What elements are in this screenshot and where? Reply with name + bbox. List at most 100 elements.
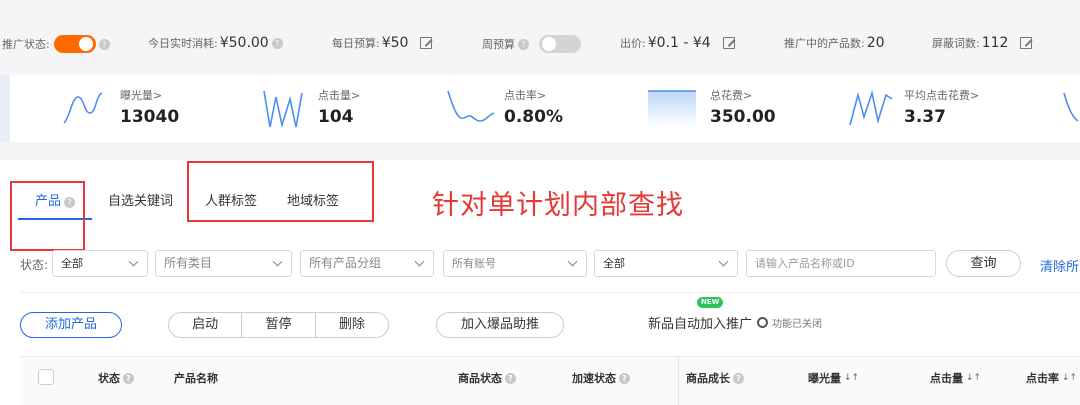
sort-icon[interactable]: ↓↑ <box>844 373 859 383</box>
products-promoting: 推广中的产品数: 20 <box>784 35 885 51</box>
bulk-action-group: 启动 暂停 删除 <box>168 312 389 338</box>
add-product-button[interactable]: 添加产品 <box>20 312 122 338</box>
account-select[interactable]: 所有账号 <box>443 250 587 277</box>
edit-icon[interactable] <box>722 37 735 49</box>
hot-product-boost-button[interactable]: 加入爆品助推 <box>436 312 564 338</box>
column-divider <box>678 356 679 405</box>
account-select-value: 所有账号 <box>452 257 496 270</box>
status-filter-label: 状态: <box>20 258 49 272</box>
gear-icon[interactable] <box>757 317 769 328</box>
stat-value: 104 <box>318 107 354 127</box>
daily-budget-label: 每日预算: <box>332 37 380 50</box>
stat-label: 点击量> <box>318 89 361 102</box>
col-boost-status[interactable]: 加速状态? <box>572 370 630 386</box>
sort-icon[interactable]: ↓↑ <box>1062 373 1077 383</box>
stat-impressions[interactable]: 曝光量> 13040 <box>62 87 222 131</box>
sparkline-cpc-icon <box>849 89 893 126</box>
stat-label: 曝光量> <box>120 89 163 102</box>
col-status[interactable]: 状态? <box>98 370 134 386</box>
help-icon[interactable]: ? <box>619 372 630 384</box>
help-icon[interactable]: ? <box>271 37 283 49</box>
help-icon[interactable]: ? <box>518 38 529 50</box>
promo-status: 推广状态: ? <box>2 35 110 53</box>
help-icon[interactable]: ? <box>98 38 110 50</box>
daily-budget: 每日预算: ¥50 <box>332 35 433 51</box>
stat-value: 13040 <box>120 107 180 127</box>
annotation-box-tags <box>187 161 374 222</box>
product-group-select-value: 所有产品分组 <box>309 256 382 270</box>
bid-range: 出价: ¥0.1 - ¥4 <box>620 35 735 51</box>
chevron-down-icon <box>414 256 425 267</box>
chevron-down-icon <box>128 256 139 267</box>
status-select-value: 全部 <box>61 257 83 270</box>
select-all-checkbox[interactable] <box>38 369 54 385</box>
products-promoting-label: 推广中的产品数: <box>784 37 865 50</box>
stat-value: 3.37 <box>904 107 946 127</box>
clear-filters-link[interactable]: 清除所 <box>1040 256 1079 275</box>
sparkline-ctr-icon <box>447 90 495 122</box>
auto-promo-label: 新品自动加入推广 <box>648 317 753 332</box>
products-promoting-value: 20 <box>866 35 885 51</box>
daily-budget-value: ¥50 <box>381 35 409 51</box>
stat-value: 0.80% <box>504 107 563 127</box>
edit-icon[interactable] <box>420 37 433 49</box>
sparkline-partial-icon <box>1063 92 1079 122</box>
bid-value: ¥0.1 - ¥4 <box>647 35 711 51</box>
stat-cpc[interactable]: 平均点击花费> 3.37 <box>846 87 1016 131</box>
start-button[interactable]: 启动 <box>169 313 241 337</box>
sparkline-impressions-icon <box>63 92 103 124</box>
query-button[interactable]: 查询 <box>946 250 1021 277</box>
status-select[interactable]: 全部 <box>52 250 148 277</box>
auto-promo-status: 功能已关闭 <box>772 319 823 330</box>
sort-icon[interactable]: ↓↑ <box>966 373 981 383</box>
category-select[interactable]: 所有类目 <box>155 250 292 277</box>
weekly-budget-label: 周预算 <box>482 38 515 51</box>
realtime-spend-label: 今日实时消耗: <box>148 37 218 50</box>
realtime-spend: 今日实时消耗: ¥50.00 ? <box>148 35 283 51</box>
stat-clicks[interactable]: 点击量> 104 <box>260 87 420 131</box>
col-clicks[interactable]: 点击量 ↓↑ <box>930 370 981 386</box>
blocked-words-label: 屏蔽词数: <box>932 37 980 50</box>
metrics-strip: 曝光量> 13040 点击量> 104 点击率> 0.80% 总花费> 350.… <box>0 75 1080 142</box>
blocked-words: 屏蔽词数: 112 <box>932 35 1033 51</box>
delete-button[interactable]: 删除 <box>314 313 388 337</box>
weekly-budget-toggle[interactable] <box>539 35 581 53</box>
stat-label: 总花费> <box>710 89 753 102</box>
auto-promo-setting[interactable]: 新品自动加入推广 功能已关闭 <box>648 313 822 332</box>
col-product-name: 产品名称 <box>174 372 218 385</box>
col-impressions[interactable]: 曝光量 ↓↑ <box>808 370 859 386</box>
stat-label: 点击率> <box>504 89 547 102</box>
help-icon[interactable]: ? <box>123 372 134 384</box>
edit-icon[interactable] <box>1020 37 1033 49</box>
chevron-down-icon <box>567 256 578 267</box>
extra-status-select[interactable]: 全部 <box>594 250 738 277</box>
stat-ctr[interactable]: 点击率> 0.80% <box>446 87 606 131</box>
sparkline-spend-icon <box>648 90 696 127</box>
weekly-budget: 周预算 ? <box>482 35 581 53</box>
promo-status-toggle[interactable] <box>53 35 96 53</box>
blocked-words-value: 112 <box>981 35 1009 51</box>
new-badge: NEW <box>697 297 724 308</box>
section-divider <box>0 142 1080 160</box>
col-product-growth[interactable]: 商品成长? <box>686 370 744 386</box>
pause-button[interactable]: 暂停 <box>241 313 314 337</box>
help-icon[interactable]: ? <box>505 372 516 384</box>
extra-status-select-value: 全部 <box>603 257 625 270</box>
stat-label: 平均点击花费> <box>904 89 980 102</box>
tab-custom-keywords[interactable]: 自选关键词 <box>108 190 173 209</box>
product-group-select[interactable]: 所有产品分组 <box>300 250 434 277</box>
sparkline-clicks-icon <box>263 90 303 129</box>
chevron-down-icon <box>272 256 283 267</box>
promo-status-label: 推广状态: <box>2 38 50 51</box>
help-icon[interactable]: ? <box>733 372 744 384</box>
annotation-box-products <box>10 181 85 251</box>
campaign-summary-bar: 推广状态: ? 今日实时消耗: ¥50.00 ? 每日预算: ¥50 周预算 ?… <box>0 0 1080 75</box>
annotation-text: 针对单计划内部查找 <box>432 190 684 221</box>
stat-value: 350.00 <box>710 107 776 127</box>
divider <box>20 292 1080 293</box>
product-search-input[interactable] <box>746 250 936 277</box>
col-ctr[interactable]: 点击率 ↓↑ <box>1026 370 1077 386</box>
stat-spend[interactable]: 总花费> 350.00 <box>646 87 806 131</box>
col-item-status[interactable]: 商品状态? <box>458 370 516 386</box>
category-select-value: 所有类目 <box>164 256 213 270</box>
